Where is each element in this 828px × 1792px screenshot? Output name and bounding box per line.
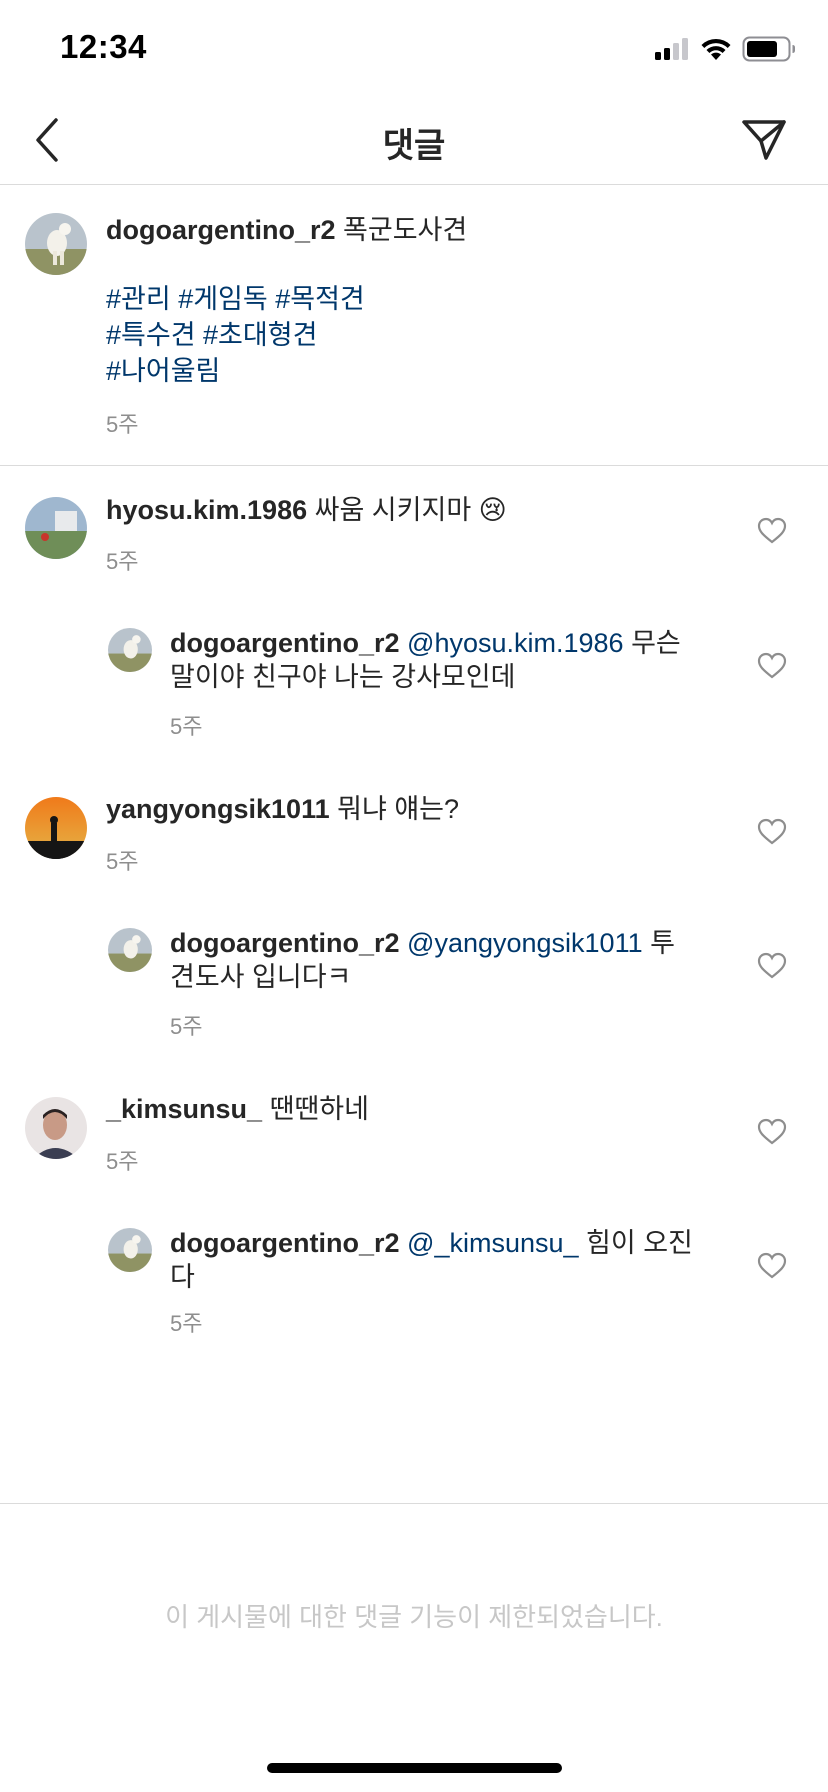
timestamp: 5주	[170, 1014, 203, 1039]
like-heart-icon[interactable]	[757, 517, 787, 545]
like-heart-icon[interactable]	[757, 952, 787, 980]
comment-text: yangyongsik1011 뭐냐 얘는?	[106, 792, 459, 826]
reply-body: 견도사 입니다ㅋ	[170, 962, 352, 992]
cellular-signal-icon	[654, 37, 690, 66]
divider	[0, 1503, 828, 1504]
page-title: 댓글	[382, 127, 446, 165]
hashtags: #관리 #게임독 #목적견 #특수견 #초대형견 #나어울림	[106, 281, 365, 389]
comment-body: 뭐냐 얘는?	[337, 794, 460, 824]
timestamp: 5주	[106, 412, 139, 437]
caption-text: dogoargentino_r2 폭군도사견	[106, 213, 467, 247]
timestamp: 5주	[106, 549, 139, 574]
reply-text: dogoargentino_r2 @_kimsunsu_ 힘이 오진 다	[170, 1226, 730, 1294]
hashtag-line[interactable]: #나어울림	[106, 353, 365, 389]
timestamp: 5주	[170, 714, 203, 739]
comment-body: 싸움 시키지마 😢	[314, 495, 507, 525]
like-heart-icon[interactable]	[757, 818, 787, 846]
username-link[interactable]: _kimsunsu_	[106, 1094, 262, 1124]
reply-body: 투	[650, 928, 675, 958]
home-indicator[interactable]	[267, 1763, 562, 1773]
like-heart-icon[interactable]	[757, 1118, 787, 1146]
mention-link[interactable]: @yangyongsik1011	[407, 928, 643, 958]
paper-plane-icon	[740, 120, 788, 168]
username-link[interactable]: hyosu.kim.1986	[106, 495, 307, 525]
reply-body: 말이야 친구야 나는 강사모인데	[170, 662, 516, 692]
username-link[interactable]: dogoargentino_r2	[170, 1228, 400, 1258]
mention-link[interactable]: @hyosu.kim.1986	[407, 628, 624, 658]
avatar[interactable]	[108, 928, 152, 972]
username-link[interactable]: yangyongsik1011	[106, 794, 330, 824]
username-link[interactable]: dogoargentino_r2	[170, 628, 400, 658]
avatar[interactable]	[108, 1228, 152, 1272]
reply-body: 다	[170, 1262, 195, 1292]
share-button[interactable]	[740, 116, 788, 164]
status-bar: 12:34	[0, 0, 828, 96]
avatar[interactable]	[108, 628, 152, 672]
status-time: 12:34	[60, 28, 147, 65]
username-link[interactable]: dogoargentino_r2	[170, 928, 400, 958]
timestamp: 5주	[170, 1311, 203, 1336]
wifi-icon	[700, 37, 732, 66]
caption-body: 폭군도사견	[343, 215, 468, 245]
mention-link[interactable]: @_kimsunsu_	[407, 1228, 578, 1258]
comments-restricted-notice: 이 게시물에 대한 댓글 기능이 제한되었습니다.	[165, 1602, 663, 1632]
avatar[interactable]	[25, 797, 87, 859]
timestamp: 5주	[106, 1149, 139, 1174]
like-heart-icon[interactable]	[757, 652, 787, 680]
comment-body: 땐땐하네	[269, 1094, 369, 1124]
nav-bar: 댓글	[0, 96, 828, 185]
post-caption: dogoargentino_r2 폭군도사견 #관리 #게임독 #목적견 #특수…	[0, 185, 828, 466]
comment-text: hyosu.kim.1986 싸움 시키지마 😢	[106, 493, 507, 527]
avatar[interactable]	[25, 1097, 87, 1159]
like-heart-icon[interactable]	[757, 1252, 787, 1280]
reply-body: 무슨	[631, 628, 681, 658]
reply-text: dogoargentino_r2 @hyosu.kim.1986 무슨 말이야 …	[170, 626, 730, 694]
avatar[interactable]	[25, 497, 87, 559]
comment-text: _kimsunsu_ 땐땐하네	[106, 1092, 369, 1126]
hashtag-line[interactable]: #관리 #게임독 #목적견	[106, 281, 365, 317]
hashtag-line[interactable]: #특수견 #초대형견	[106, 317, 365, 353]
reply-text: dogoargentino_r2 @yangyongsik1011 투 견도사 …	[170, 926, 730, 994]
battery-icon	[742, 36, 796, 67]
status-icons	[654, 36, 796, 67]
reply-body: 힘이 오진	[586, 1228, 693, 1258]
username-link[interactable]: dogoargentino_r2	[106, 215, 336, 245]
timestamp: 5주	[106, 849, 139, 874]
avatar[interactable]	[25, 213, 87, 275]
